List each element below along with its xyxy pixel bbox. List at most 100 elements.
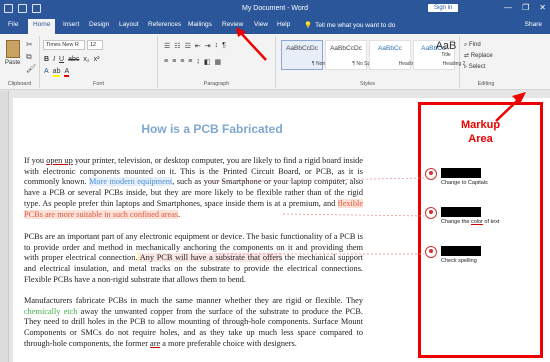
style-heading-1[interactable]: AaBbCc Heading 1	[369, 40, 421, 70]
align-right-icon[interactable]: ≡	[180, 58, 184, 66]
font-group: Times New R 12 B I U abc x₂ x² A ab A Fo…	[40, 36, 158, 88]
list-row: ☰ ☷ ☲ ⇤ ⇥ ↕ ¶	[164, 42, 226, 50]
comment-highlight[interactable]: Any PCB will have a substrate that offer…	[139, 253, 283, 263]
tell-me-box[interactable]: 💡 Tell me what you want to do	[304, 21, 395, 30]
show-marks-icon[interactable]: ¶	[222, 42, 226, 50]
user-avatar-icon	[425, 246, 437, 258]
justify-icon[interactable]: ≡	[188, 58, 192, 66]
style-normal[interactable]: AaBbCcDc ¶ Normal	[281, 40, 332, 70]
font-format-row: B I U abc x₂ x²	[44, 56, 99, 63]
tab-help[interactable]: Help	[277, 21, 290, 28]
lightbulb-icon: 💡	[304, 22, 313, 29]
font-color-icon[interactable]: A	[64, 68, 70, 77]
editing-list: ⌕ Find ⇄ Replace ▹ Select	[464, 40, 493, 73]
window-controls: — ❐ ✕	[504, 3, 546, 12]
style-sample: AaBbCcDc	[286, 45, 318, 52]
paragraph-group-label: Paragraph	[203, 81, 230, 87]
comment-text: Change the color of text	[441, 219, 499, 225]
redacted-author	[441, 168, 481, 178]
tab-insert[interactable]: Insert	[63, 21, 79, 28]
comment-text-run: color	[470, 219, 483, 225]
markup-area-label: Markup Area	[418, 118, 543, 146]
cut-icon[interactable]: ✂	[26, 40, 33, 49]
tab-design[interactable]: Design	[89, 21, 109, 28]
tab-layout[interactable]: Layout	[119, 21, 139, 28]
style-sample: AaBbCc	[378, 45, 402, 52]
borders-icon[interactable]: ▦	[215, 58, 222, 66]
minimize-icon[interactable]: —	[504, 3, 512, 12]
strikethrough-button[interactable]: abc	[68, 56, 79, 63]
paragraph-3: Manufacturers fabricate PCBs in much the…	[24, 296, 363, 350]
find-button[interactable]: ⌕ Find	[464, 40, 493, 51]
user-avatar-icon	[425, 207, 437, 219]
styles-gallery: AaBbCcDc ¶ Normal AaBbCcDc ¶ No Spac... …	[281, 40, 465, 70]
replace-button[interactable]: ⇄ Replace	[464, 51, 493, 62]
text-run: chemically etch	[24, 306, 78, 316]
increase-indent-icon[interactable]: ⇥	[205, 42, 211, 50]
shading-icon[interactable]: ◧	[204, 58, 211, 66]
comment-highlight[interactable]: More modern equipment	[89, 177, 173, 187]
text-run: are	[150, 338, 161, 348]
markup-label-line: Area	[468, 133, 493, 145]
tab-references[interactable]: References	[148, 21, 181, 28]
select-label: Select	[468, 64, 486, 70]
styles-group: AaBbCcDc ¶ Normal AaBbCcDc ¶ No Spac... …	[276, 36, 465, 88]
superscript-button[interactable]: x²	[94, 56, 100, 63]
text-run: open up	[46, 156, 73, 165]
style-title[interactable]: AaB Title	[434, 40, 458, 70]
replace-label: Replace	[470, 53, 493, 59]
paragraph-group: ☰ ☷ ☲ ⇤ ⇥ ↕ ¶ ≡ ≡ ≡ ≡ ↨ ◧ ▦ Paragraph	[158, 36, 276, 88]
decrease-indent-icon[interactable]: ⇤	[195, 42, 201, 50]
italic-button[interactable]: I	[53, 56, 55, 63]
tab-home[interactable]: Home	[28, 19, 56, 34]
paste-label: Paste	[5, 60, 21, 66]
multilevel-icon[interactable]: ☲	[185, 42, 191, 50]
redacted-author	[441, 207, 481, 217]
style-name: Title	[441, 52, 451, 58]
style-sample: AaB	[435, 40, 457, 52]
copy-icon[interactable]: ⧉	[26, 52, 32, 62]
font-group-label: Font	[92, 81, 104, 87]
document-heading: How is a PCB Fabricated	[141, 122, 283, 136]
text-run: Manufacturers fabricate PCBs in much the…	[24, 296, 363, 305]
tab-review[interactable]: Review	[222, 21, 243, 28]
line-spacing-icon[interactable]: ↨	[196, 58, 200, 66]
markup-label-line: Markup	[460, 119, 501, 131]
tab-view[interactable]: View	[254, 21, 268, 28]
redacted-author	[441, 246, 481, 256]
text-run: a more preferable choice with designers.	[160, 338, 297, 348]
font-name-field[interactable]: Times New R	[43, 40, 85, 50]
tab-file[interactable]: File	[8, 21, 18, 28]
vertical-ruler	[0, 91, 9, 362]
share-button[interactable]: Share	[525, 21, 542, 28]
text-effects-icon[interactable]: A	[44, 68, 49, 77]
tab-mailings[interactable]: Mailings	[188, 21, 212, 28]
close-icon[interactable]: ✕	[539, 3, 546, 12]
title-bar: My Document - Word Sign in — ❐ ✕	[0, 0, 550, 18]
paragraph-1: If you open up your printer, television,…	[24, 156, 363, 220]
bullets-icon[interactable]: ☰	[164, 42, 170, 50]
document-title: My Document - Word	[242, 5, 308, 12]
bold-button[interactable]: B	[44, 56, 49, 63]
document-page[interactable]: How is a PCB Fabricated If you open up y…	[13, 98, 411, 362]
format-painter-icon[interactable]: 🖌	[26, 64, 36, 73]
highlight-icon[interactable]: ab	[52, 68, 61, 77]
font-size-field[interactable]: 12	[87, 40, 103, 50]
align-left-icon[interactable]: ≡	[164, 58, 168, 66]
restore-icon[interactable]: ❐	[522, 3, 529, 12]
font-color-row: A ab A	[44, 68, 70, 77]
sort-icon[interactable]: ↕	[215, 42, 219, 50]
align-center-icon[interactable]: ≡	[172, 58, 176, 66]
editing-group-label: Editing	[477, 81, 495, 87]
underline-button[interactable]: U	[59, 56, 64, 63]
numbering-icon[interactable]: ☷	[174, 42, 180, 50]
comment-text: Check spelling	[441, 258, 477, 264]
ribbon-tabs: File Home Insert Design Layout Reference…	[0, 18, 550, 34]
paragraph-2: PCBs are an important part of any electr…	[24, 232, 363, 286]
style-no-spacing[interactable]: AaBbCcDc ¶ No Spac...	[325, 40, 380, 70]
subscript-button[interactable]: x₂	[83, 56, 89, 63]
select-button[interactable]: ▹ Select	[464, 62, 493, 73]
style-sample: AaBbCcDc	[330, 45, 362, 52]
sign-in-button[interactable]: Sign in	[428, 4, 459, 12]
paste-icon[interactable]	[6, 40, 20, 58]
